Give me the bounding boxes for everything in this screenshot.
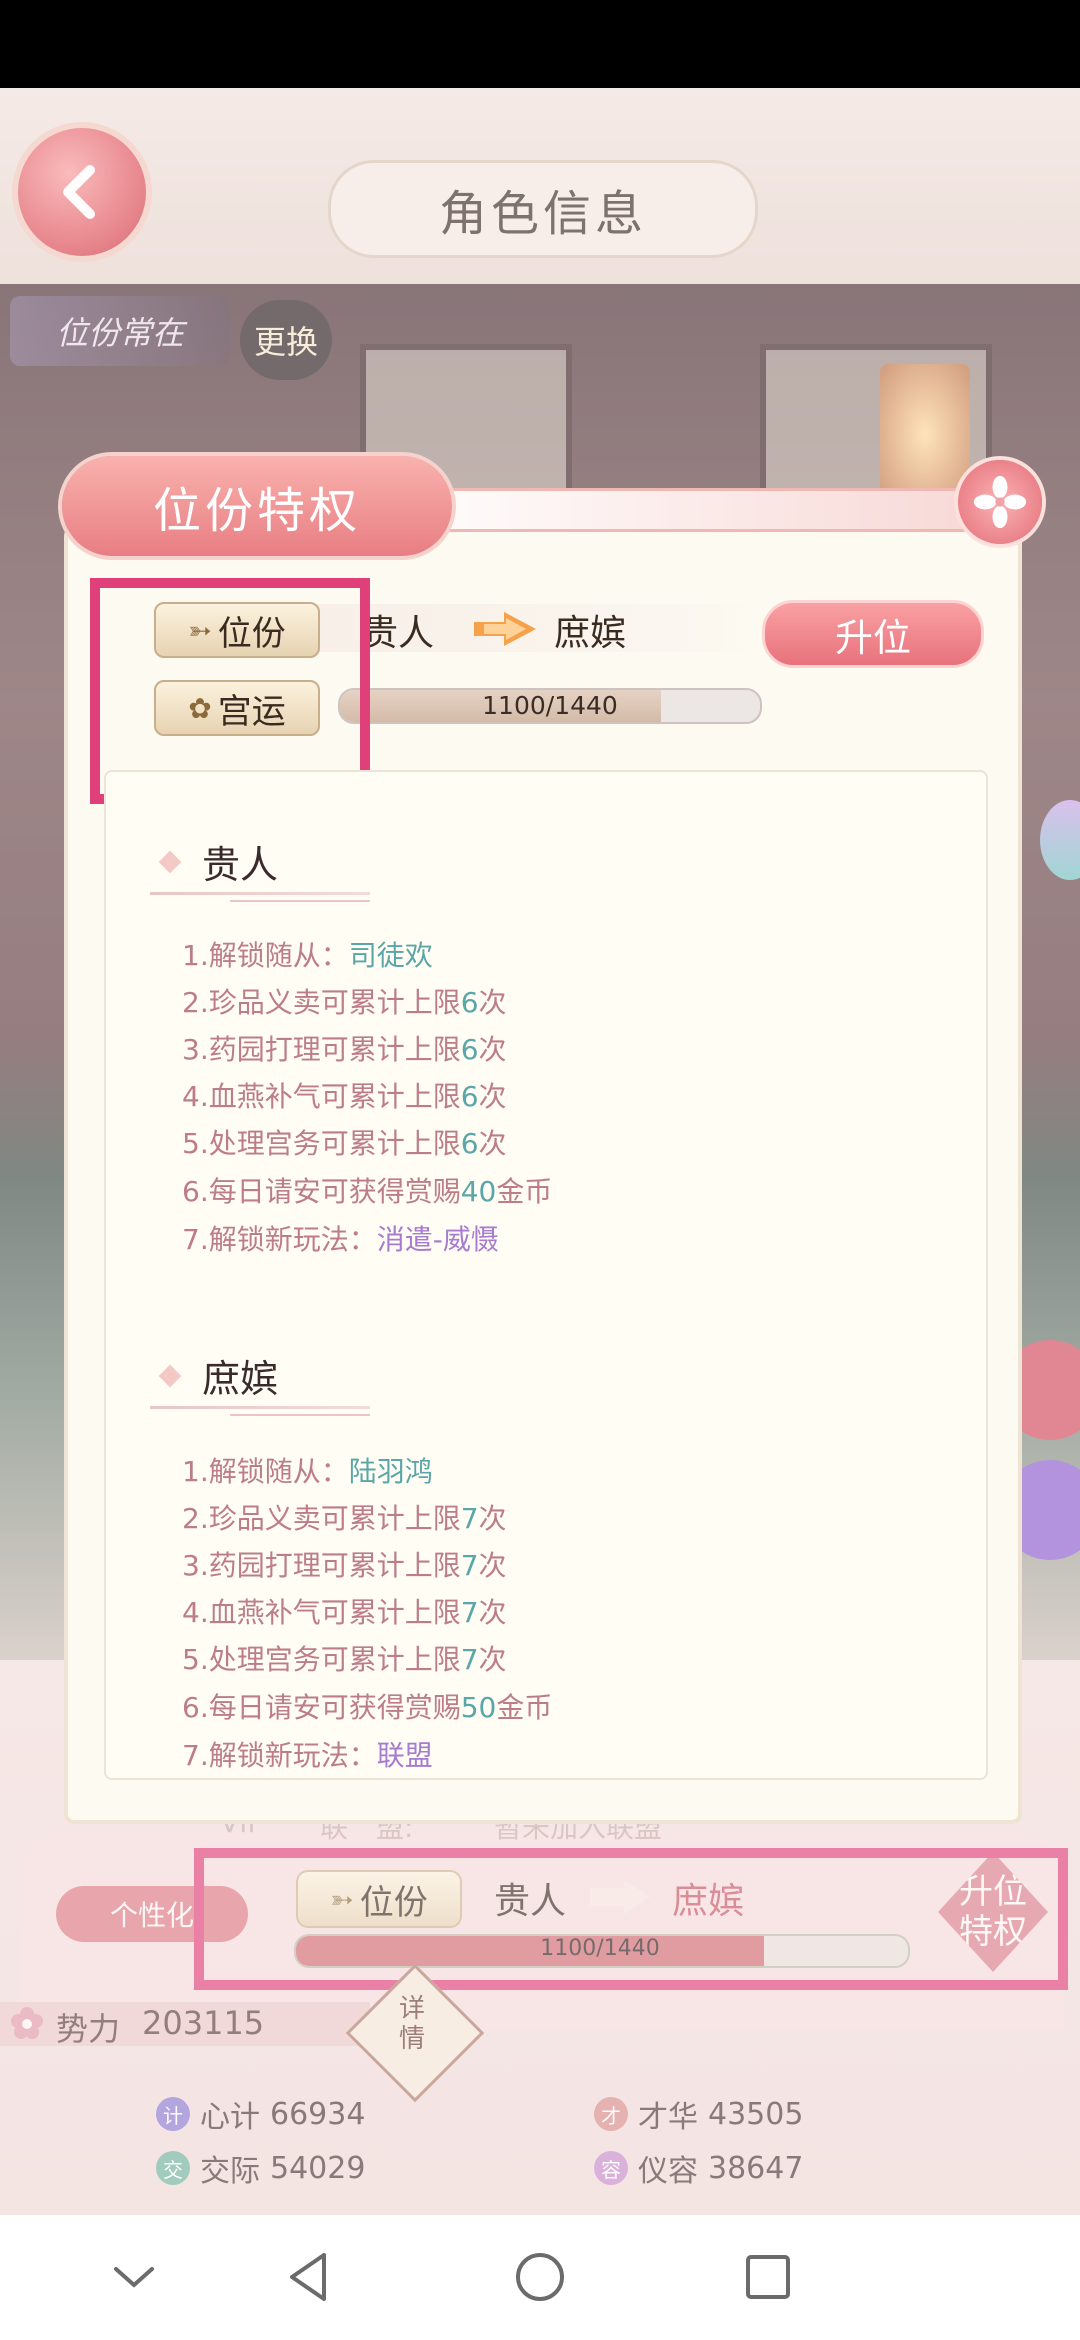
perk-item: 6.每日请安可获得赏赐40金币 — [182, 1175, 553, 1208]
chevron-down-icon[interactable] — [102, 2245, 166, 2309]
recents-square-icon[interactable] — [736, 2245, 800, 2309]
perk-item: 3.药园打理可累计上限6次 — [182, 1033, 507, 1066]
perk-item: 4.血燕补气可累计上限7次 — [182, 1596, 507, 1629]
perk-item: 6.每日请安可获得赏赐50金币 — [182, 1691, 553, 1724]
dialog-title: 位份特权 — [152, 483, 361, 539]
close-icon — [973, 475, 1027, 529]
perk-item: 4.血燕补气可累计上限6次 — [182, 1080, 507, 1113]
section-divider — [230, 1414, 370, 1416]
dialog-title-bar: 位份特权 — [62, 456, 452, 556]
section-divider — [230, 900, 370, 902]
status-bar — [0, 0, 1080, 88]
perk-item: 3.药园打理可累计上限7次 — [182, 1549, 507, 1582]
back-triangle-icon[interactable] — [278, 2245, 342, 2309]
perk-item: 7.解锁新玩法：消遣-威慑 — [182, 1223, 499, 1256]
perk-item: 2.珍品义卖可累计上限6次 — [182, 986, 507, 1019]
perk-item: 1.解锁随从：陆羽鸿 — [182, 1455, 433, 1488]
perk-item: 7.解锁新玩法：联盟 — [182, 1739, 433, 1772]
perk-item: 5.处理宫务可累计上限6次 — [182, 1127, 507, 1160]
current-rank: 贵人 — [362, 613, 435, 654]
section-divider — [150, 892, 370, 895]
section-divider — [150, 1406, 370, 1409]
dialog-title-rule — [372, 488, 1018, 532]
section-title: 庶嫔 — [202, 1357, 279, 1401]
promote-button[interactable]: 升位 — [762, 600, 984, 668]
fortune-progress-text: 1100/1440 — [482, 691, 618, 720]
section-title: 贵人 — [202, 843, 279, 887]
next-rank: 庶嫔 — [554, 613, 627, 654]
perk-item: 5.处理宫务可累计上限7次 — [182, 1643, 507, 1676]
close-button[interactable] — [958, 460, 1042, 544]
perk-item: 1.解锁随从：司徒欢 — [182, 939, 433, 972]
home-circle-icon[interactable] — [508, 2245, 572, 2309]
arrow-right-icon — [474, 612, 536, 646]
perk-item: 2.珍品义卖可累计上限7次 — [182, 1502, 507, 1535]
